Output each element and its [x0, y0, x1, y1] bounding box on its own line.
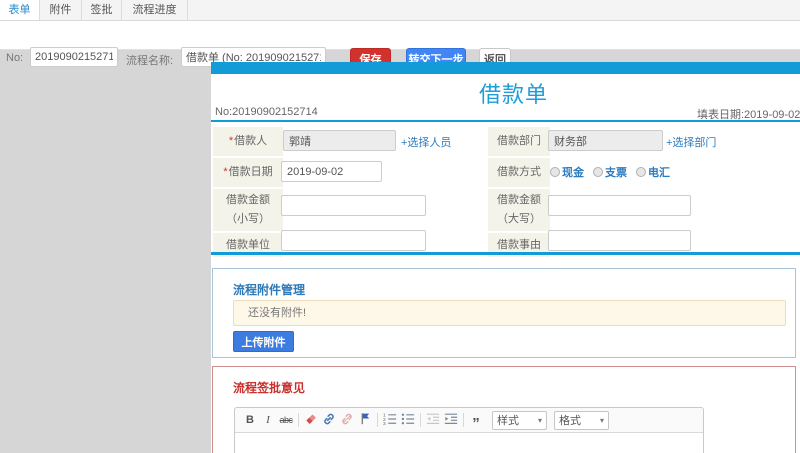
loan-method-label: 借款方式 — [488, 158, 550, 187]
tab-process-progress[interactable]: 流程进度 — [122, 0, 188, 20]
toolbar-separator — [420, 413, 421, 427]
tab-form[interactable]: 表单 — [0, 0, 40, 20]
radio-check[interactable]: 支票 — [593, 164, 627, 180]
blockquote-button[interactable]: ” — [467, 408, 485, 432]
eraser-icon — [304, 412, 318, 429]
loan-unit-input[interactable] — [281, 230, 426, 251]
loan-date-label: *借款日期 — [213, 158, 283, 187]
indent-button[interactable] — [442, 411, 460, 429]
strikethrough-button[interactable]: abc — [277, 411, 295, 429]
tab-bar: 表单 附件 签批 流程进度 — [0, 0, 800, 21]
department-input[interactable] — [548, 130, 663, 151]
loan-date-input[interactable] — [281, 161, 382, 182]
header-divider — [211, 120, 800, 122]
select-person-link[interactable]: +选择人员 — [401, 134, 451, 150]
editor-toolbar: B I abc 1 2 3 ” 样式 ▾ 格式 ▾ — [235, 408, 703, 433]
chevron-down-icon: ▾ — [537, 415, 542, 425]
amount-upper-input[interactable] — [548, 195, 691, 216]
anchor-button[interactable] — [356, 411, 374, 429]
editor-content-area[interactable] — [235, 433, 703, 453]
loan-form-panel: 借款单 No:20190902152714 填表日期:2019-09-02 15… — [211, 62, 800, 453]
borrower-label: *借款人 — [213, 127, 283, 156]
remove-format-button[interactable] — [302, 411, 320, 429]
radio-circle-icon — [636, 167, 646, 177]
no-label: No: — [6, 52, 24, 64]
unlink-button[interactable] — [338, 411, 356, 429]
link-icon — [322, 412, 336, 429]
amount-lower-label: 借款金额（小写） — [213, 189, 283, 231]
chevron-down-icon: ▾ — [599, 415, 604, 425]
format-select[interactable]: 格式 ▾ — [554, 410, 609, 430]
rich-text-editor: B I abc 1 2 3 ” 样式 ▾ 格式 ▾ — [234, 407, 704, 453]
outdent-icon — [426, 412, 440, 429]
no-attachment-alert: 还没有附件! — [233, 300, 786, 326]
approval-section: 流程签批意见 B I abc 1 2 3 ” 样式 ▾ 格式 ▾ — [212, 366, 796, 453]
no-input[interactable] — [30, 47, 118, 67]
italic-button[interactable]: I — [259, 411, 277, 429]
document-number: No:20190902152714 — [215, 106, 318, 118]
upload-attachment-button[interactable]: 上传附件 — [233, 331, 294, 352]
select-department-link[interactable]: +选择部门 — [666, 134, 716, 150]
loan-method-radio-group: 现金 支票 电汇 — [550, 164, 670, 180]
form-title: 借款单 — [478, 82, 548, 107]
department-label: 借款部门 — [488, 127, 550, 156]
bullet-list-icon — [401, 412, 415, 429]
radio-wire-transfer[interactable]: 电汇 — [636, 164, 670, 180]
borrower-input[interactable] — [283, 130, 396, 151]
loan-reason-input[interactable] — [548, 230, 691, 251]
toolbar-separator — [377, 413, 378, 427]
style-select[interactable]: 样式 ▾ — [492, 410, 547, 430]
attachment-section-heading: 流程附件管理 — [233, 283, 306, 297]
form-bottom-divider — [211, 252, 800, 255]
tab-attachment[interactable]: 附件 — [40, 0, 82, 20]
required-asterisk: * — [223, 166, 228, 179]
attachment-section: 流程附件管理 还没有附件! 上传附件 — [212, 268, 796, 358]
svg-text:3: 3 — [383, 421, 386, 426]
indent-icon — [444, 412, 458, 429]
unlink-icon — [340, 412, 354, 429]
top-accent-bar — [211, 62, 800, 74]
bold-button[interactable]: B — [241, 411, 259, 429]
toolbar-separator — [298, 413, 299, 427]
numbered-list-icon: 1 2 3 — [383, 412, 397, 429]
flag-icon — [359, 412, 372, 428]
amount-lower-input[interactable] — [281, 195, 426, 216]
radio-cash[interactable]: 现金 — [550, 164, 584, 180]
radio-circle-icon — [550, 167, 560, 177]
numbered-list-button[interactable]: 1 2 3 — [381, 411, 399, 429]
required-asterisk: * — [228, 135, 234, 148]
tab-approval[interactable]: 签批 — [82, 0, 122, 20]
bullet-list-button[interactable] — [399, 411, 417, 429]
approval-section-heading: 流程签批意见 — [233, 381, 306, 395]
toolbar-separator — [463, 413, 464, 427]
link-button[interactable] — [320, 411, 338, 429]
amount-upper-label: 借款金额（大写） — [488, 189, 550, 231]
radio-circle-icon — [593, 167, 603, 177]
outdent-button[interactable] — [424, 411, 442, 429]
command-bar: No: 流程名称: 保存 转交下一步 返回 — [0, 21, 800, 69]
process-name-label: 流程名称: — [126, 55, 174, 67]
